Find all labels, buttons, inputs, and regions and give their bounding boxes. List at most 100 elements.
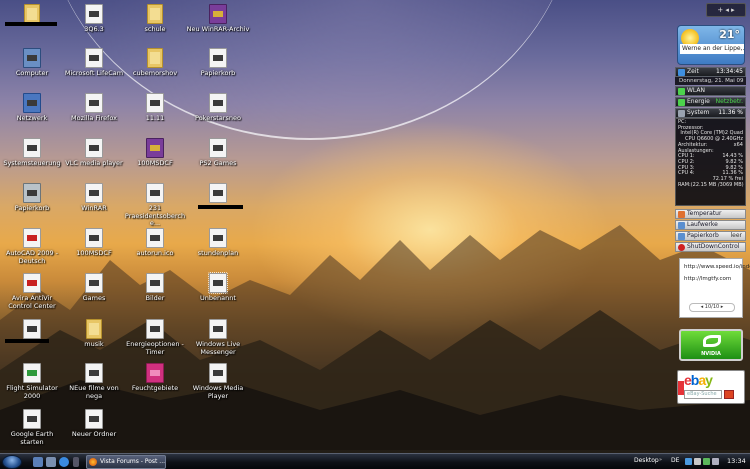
ebay-gadget[interactable]: ebay eBay-Suche bbox=[677, 370, 745, 404]
acrobat-icon bbox=[23, 228, 41, 248]
redacted-label bbox=[198, 205, 243, 209]
switch-windows-icon[interactable] bbox=[46, 457, 56, 467]
volume-tray-icon[interactable] bbox=[712, 458, 719, 465]
desktop-icon-label: schule bbox=[144, 25, 166, 33]
desktop-icon-label: Google Earth starten bbox=[10, 430, 54, 446]
file-icon bbox=[209, 93, 227, 113]
file-icon bbox=[85, 273, 103, 293]
desktop-icon-label: Papierkorb bbox=[200, 69, 236, 77]
desktop-icon-label: VLC media player bbox=[65, 159, 123, 167]
system-details: PC: Prozessor: Intel(R) Core (TM)2 Quad … bbox=[675, 118, 746, 206]
ebay-search-button[interactable] bbox=[724, 390, 734, 399]
file-icon bbox=[209, 48, 227, 68]
file-icon bbox=[85, 48, 103, 68]
gadget-label: ShutDownControl bbox=[687, 243, 740, 250]
file-icon bbox=[85, 138, 103, 158]
desktop-toolbar-label[interactable]: Desktop bbox=[634, 457, 659, 464]
acrobat-icon bbox=[23, 273, 41, 293]
desktop-icon-label: Feuchtgebiete bbox=[131, 384, 179, 392]
file-icon bbox=[209, 319, 227, 339]
architektur-value: x64 bbox=[733, 141, 743, 148]
gadget-energie[interactable]: Energie Netzbetr. bbox=[675, 97, 746, 107]
file-icon bbox=[146, 273, 164, 293]
toolbar-chevron-icon[interactable]: » bbox=[659, 457, 662, 463]
desktop-icon[interactable]: Windows Media Player bbox=[186, 360, 250, 416]
desktop-icon-label: Unbenannt bbox=[200, 294, 236, 302]
nvidia-logo-icon bbox=[703, 335, 721, 347]
gadget-temperatur[interactable]: Temperatur bbox=[675, 209, 746, 219]
desktop-icon-label: Neuer Ordner bbox=[71, 430, 117, 438]
notes-gadget[interactable]: http://www.speed.io/index_de.html http:/… bbox=[679, 258, 750, 318]
network-tray-icon[interactable] bbox=[703, 458, 710, 465]
task-label: Vista Forums - Post ... bbox=[100, 458, 166, 465]
desktop-icon-label: stundenplan bbox=[197, 249, 239, 257]
weather-temp: 21° bbox=[719, 28, 740, 41]
desktop-icon-label: 100MSDCF bbox=[76, 249, 112, 257]
thermometer-icon bbox=[678, 211, 685, 218]
folder-icon bbox=[147, 48, 163, 68]
nvidia-gadget[interactable]: NVIDIA bbox=[679, 329, 743, 361]
file-icon bbox=[146, 228, 164, 248]
pager-count: 10/10 bbox=[704, 304, 720, 310]
clock-icon bbox=[678, 69, 685, 76]
desktop-icon-label: WinRAR bbox=[81, 204, 107, 212]
gadget-zeit[interactable]: Zeit 13:34:45 bbox=[675, 67, 746, 77]
gadget-system[interactable]: System 11.36 % bbox=[675, 108, 746, 118]
gadget-label: Energie bbox=[687, 98, 710, 105]
tray-icon[interactable] bbox=[685, 458, 692, 465]
redacted-label bbox=[5, 22, 57, 26]
network-icon bbox=[23, 93, 41, 113]
start-button[interactable] bbox=[2, 455, 22, 469]
next-note-button[interactable]: ▸ bbox=[721, 304, 724, 310]
redacted-label bbox=[5, 339, 49, 343]
file-icon bbox=[85, 4, 103, 24]
tray-icon[interactable] bbox=[694, 458, 701, 465]
gadget-wlan[interactable]: WLAN bbox=[675, 86, 746, 96]
nvidia-brand: NVIDIA bbox=[701, 351, 721, 357]
desktop-icon-label: Pokerstarsneo bbox=[195, 114, 241, 122]
gadget-shutdown[interactable]: ShutDownControl bbox=[675, 242, 746, 252]
folder-icon bbox=[24, 4, 40, 24]
green-icon bbox=[23, 363, 41, 383]
file-icon bbox=[23, 138, 41, 158]
note-line: http://lmgtfy.com bbox=[684, 276, 732, 282]
desktop-icon-label: Computer bbox=[15, 69, 49, 77]
desktop-icon-label: Games bbox=[82, 294, 106, 302]
desktop-icon-label: PS2 Games bbox=[199, 159, 237, 167]
gadget-label: Laufwerke bbox=[687, 221, 718, 228]
quick-launch-expand-icon[interactable] bbox=[73, 457, 79, 467]
drive-icon bbox=[678, 222, 685, 229]
winrar-icon bbox=[146, 138, 164, 158]
wlan-icon bbox=[678, 88, 685, 95]
ie-icon[interactable] bbox=[59, 457, 69, 467]
desktop-icon-label: Systemsteuerung bbox=[3, 159, 61, 167]
desktop-icon-label: 100MSDCF bbox=[137, 159, 173, 167]
gadget-label: Papierkorb bbox=[687, 232, 719, 239]
weather-city: Werne an der Lippe,... bbox=[680, 44, 744, 54]
taskbar-button-firefox[interactable]: Vista Forums - Post ... bbox=[86, 455, 166, 469]
desktop-icon-label: NEue filme von nega bbox=[69, 384, 119, 400]
notes-pager[interactable]: ◂ 10/10 ▸ bbox=[689, 303, 735, 312]
file-icon bbox=[208, 272, 228, 294]
desktop-icon-label: AutoCAD 2009 - Deutsch bbox=[5, 249, 59, 265]
language-indicator[interactable]: DE bbox=[671, 457, 679, 464]
gadget-label: Zeit bbox=[687, 68, 699, 75]
cpu4-label: CPU 4: bbox=[678, 170, 695, 177]
file-icon bbox=[23, 409, 41, 429]
sidebar-controls[interactable]: + ◂ ▸ bbox=[706, 3, 746, 17]
taskbar-clock[interactable]: 13:34 bbox=[727, 457, 746, 465]
gadget-label: System bbox=[687, 109, 710, 116]
gadget-value: 11.36 % bbox=[718, 109, 743, 116]
show-desktop-icon[interactable] bbox=[33, 457, 43, 467]
ebay-search-input[interactable]: eBay-Suche bbox=[684, 390, 722, 399]
gadget-papierkorb[interactable]: Papierkorb leer bbox=[675, 231, 746, 241]
prev-note-button[interactable]: ◂ bbox=[701, 304, 704, 310]
trash-icon bbox=[23, 183, 41, 203]
desktop-icon[interactable]: Feuchtgebiete bbox=[123, 360, 187, 416]
note-line: http://www.speed.io/index_de.html bbox=[684, 264, 750, 270]
gadget-laufwerke[interactable]: Laufwerke bbox=[675, 220, 746, 230]
desktop-icon-label: Windows Media Player bbox=[192, 384, 244, 400]
weather-gadget[interactable]: 21° Werne an der Lippe,... bbox=[677, 25, 745, 65]
cpu-icon bbox=[678, 110, 685, 117]
file-icon bbox=[146, 183, 164, 203]
